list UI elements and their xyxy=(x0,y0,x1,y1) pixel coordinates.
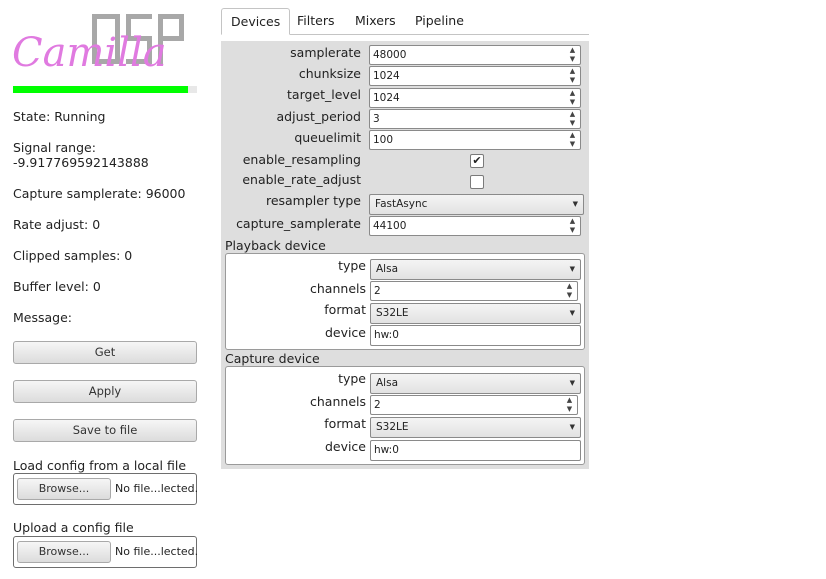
playback-device-input[interactable]: hw:0 xyxy=(370,325,581,346)
spin-up-icon[interactable]: ▲ xyxy=(566,46,579,55)
adjust-period-stepper[interactable]: ▲ ▼ xyxy=(566,110,579,128)
dropdown-arrow-icon: ▼ xyxy=(569,309,575,317)
enable-resampling-checkbox[interactable]: ✔ xyxy=(470,154,484,168)
resampler-type-label: resampler type xyxy=(265,193,361,208)
load-local-config-label: Load config from a local file xyxy=(13,458,187,473)
playback-format-label: format xyxy=(324,302,366,317)
signal-level-fill xyxy=(13,86,188,93)
apply-button[interactable]: Apply xyxy=(13,380,197,403)
capture-device-group: type Alsa ▼ channels 2 ▲ ▼ format S32LE ▼ d… xyxy=(225,366,585,465)
dropdown-arrow-icon: ▼ xyxy=(569,379,575,387)
capture-samplerate-status: Capture samplerate: 96000 xyxy=(13,186,186,201)
chunksize-input[interactable]: 1024 ▲ ▼ xyxy=(369,66,581,86)
camilla-script-text: Camilla xyxy=(12,30,167,76)
queuelimit-label: queuelimit xyxy=(294,130,361,145)
enable-resampling-label: enable_resampling xyxy=(242,152,361,167)
state-status: State: Running xyxy=(13,109,106,124)
enable-rate-adjust-label: enable_rate_adjust xyxy=(242,172,361,187)
rate-adjust-status: Rate adjust: 0 xyxy=(13,217,101,232)
tab-devices[interactable]: Devices xyxy=(221,8,291,35)
signal-level-bar xyxy=(13,86,197,93)
message-status: Message: xyxy=(13,310,72,325)
upload-browse-button[interactable]: Browse... xyxy=(17,541,111,563)
samplerate-input[interactable]: 48000 ▲ ▼ xyxy=(369,45,581,65)
playback-channels-stepper[interactable]: ▲ ▼ xyxy=(563,282,576,300)
playback-channels-label: channels xyxy=(310,281,366,296)
samplerate-label: samplerate xyxy=(290,45,361,60)
capture-samplerate-label: capture_samplerate xyxy=(236,216,361,231)
playback-device-group: type Alsa ▼ channels 2 ▲ ▼ format S32LE ▼ d… xyxy=(225,253,585,350)
spin-up-icon[interactable]: ▲ xyxy=(566,217,579,226)
spin-down-icon[interactable]: ▼ xyxy=(566,76,579,85)
spin-down-icon[interactable]: ▼ xyxy=(566,98,579,107)
capture-format-select[interactable]: S32LE ▼ xyxy=(370,417,581,438)
playback-channels-input[interactable]: 2 ▲ ▼ xyxy=(370,281,578,301)
buffer-level-status: Buffer level: 0 xyxy=(13,279,101,294)
capture-type-select[interactable]: Alsa ▼ xyxy=(370,373,581,394)
spin-up-icon[interactable]: ▲ xyxy=(563,396,576,405)
signal-range-label: Signal range: xyxy=(13,140,96,155)
enable-rate-adjust-checkbox[interactable] xyxy=(470,175,484,189)
spin-up-icon[interactable]: ▲ xyxy=(566,89,579,98)
checkmark-icon: ✔ xyxy=(472,154,482,167)
upload-config-label: Upload a config file xyxy=(13,520,134,535)
upload-file-input[interactable]: Browse... No file...lected. xyxy=(13,536,199,568)
devices-panel: samplerate 48000 ▲ ▼ chunksize 1024 ▲ ▼ ta… xyxy=(221,41,589,469)
load-local-browse-button[interactable]: Browse... xyxy=(17,478,111,500)
capture-channels-stepper[interactable]: ▲ ▼ xyxy=(563,396,576,414)
spin-down-icon[interactable]: ▼ xyxy=(566,55,579,64)
tab-filters[interactable]: Filters xyxy=(288,8,343,34)
chunksize-label: chunksize xyxy=(298,66,361,81)
playback-device-label: device xyxy=(324,325,366,340)
capture-format-label: format xyxy=(324,416,366,431)
capture-device-input[interactable]: hw:0 xyxy=(370,440,581,461)
save-to-file-button[interactable]: Save to file xyxy=(13,419,197,442)
spin-down-icon[interactable]: ▼ xyxy=(566,226,579,235)
queuelimit-stepper[interactable]: ▲ ▼ xyxy=(566,131,579,149)
capture-channels-label: channels xyxy=(310,394,366,409)
target-level-input[interactable]: 1024 ▲ ▼ xyxy=(369,88,581,108)
capture-samplerate-input[interactable]: 44100 ▲ ▼ xyxy=(369,216,581,236)
clipped-samples-status: Clipped samples: 0 xyxy=(13,248,133,263)
spin-up-icon[interactable]: ▲ xyxy=(566,67,579,76)
dropdown-arrow-icon: ▼ xyxy=(569,423,575,431)
target-level-stepper[interactable]: ▲ ▼ xyxy=(566,89,579,107)
tab-pipeline[interactable]: Pipeline xyxy=(406,8,473,34)
spin-down-icon[interactable]: ▼ xyxy=(563,291,576,300)
spin-up-icon[interactable]: ▲ xyxy=(563,282,576,291)
get-button[interactable]: Get xyxy=(13,341,197,364)
spin-down-icon[interactable]: ▼ xyxy=(566,119,579,128)
capture-device-label: device xyxy=(324,439,366,454)
playback-type-label: type xyxy=(338,258,366,273)
capture-channels-input[interactable]: 2 ▲ ▼ xyxy=(370,395,578,415)
signal-range-value: -9.917769592143888 xyxy=(13,155,149,170)
spin-up-icon[interactable]: ▲ xyxy=(566,110,579,119)
load-local-file-input[interactable]: Browse... No file...lected. xyxy=(13,473,199,505)
adjust-period-label: adjust_period xyxy=(276,109,361,124)
target-level-label: target_level xyxy=(287,87,361,102)
capture-device-title: Capture device xyxy=(225,351,320,366)
spin-down-icon[interactable]: ▼ xyxy=(566,140,579,149)
playback-device-title: Playback device xyxy=(225,238,326,253)
tab-bar: Devices Filters Mixers Pipeline xyxy=(221,6,589,35)
playback-type-select[interactable]: Alsa ▼ xyxy=(370,259,581,280)
samplerate-stepper[interactable]: ▲ ▼ xyxy=(566,46,579,64)
tab-mixers[interactable]: Mixers xyxy=(346,8,405,34)
upload-file-name: No file...lected. xyxy=(115,545,199,558)
dropdown-arrow-icon: ▼ xyxy=(572,200,578,208)
load-local-file-name: No file...lected. xyxy=(115,482,199,495)
resampler-type-select[interactable]: FastAsync ▼ xyxy=(369,194,584,215)
adjust-period-input[interactable]: 3 ▲ ▼ xyxy=(369,109,581,129)
dropdown-arrow-icon: ▼ xyxy=(569,265,575,273)
playback-format-select[interactable]: S32LE ▼ xyxy=(370,303,581,324)
spin-down-icon[interactable]: ▼ xyxy=(563,405,576,414)
capture-type-label: type xyxy=(338,371,366,386)
capture-samplerate-stepper[interactable]: ▲ ▼ xyxy=(566,217,579,235)
chunksize-stepper[interactable]: ▲ ▼ xyxy=(566,67,579,85)
camilladsp-logo: Camilla xyxy=(12,10,198,80)
queuelimit-input[interactable]: 100 ▲ ▼ xyxy=(369,130,581,150)
spin-up-icon[interactable]: ▲ xyxy=(566,131,579,140)
